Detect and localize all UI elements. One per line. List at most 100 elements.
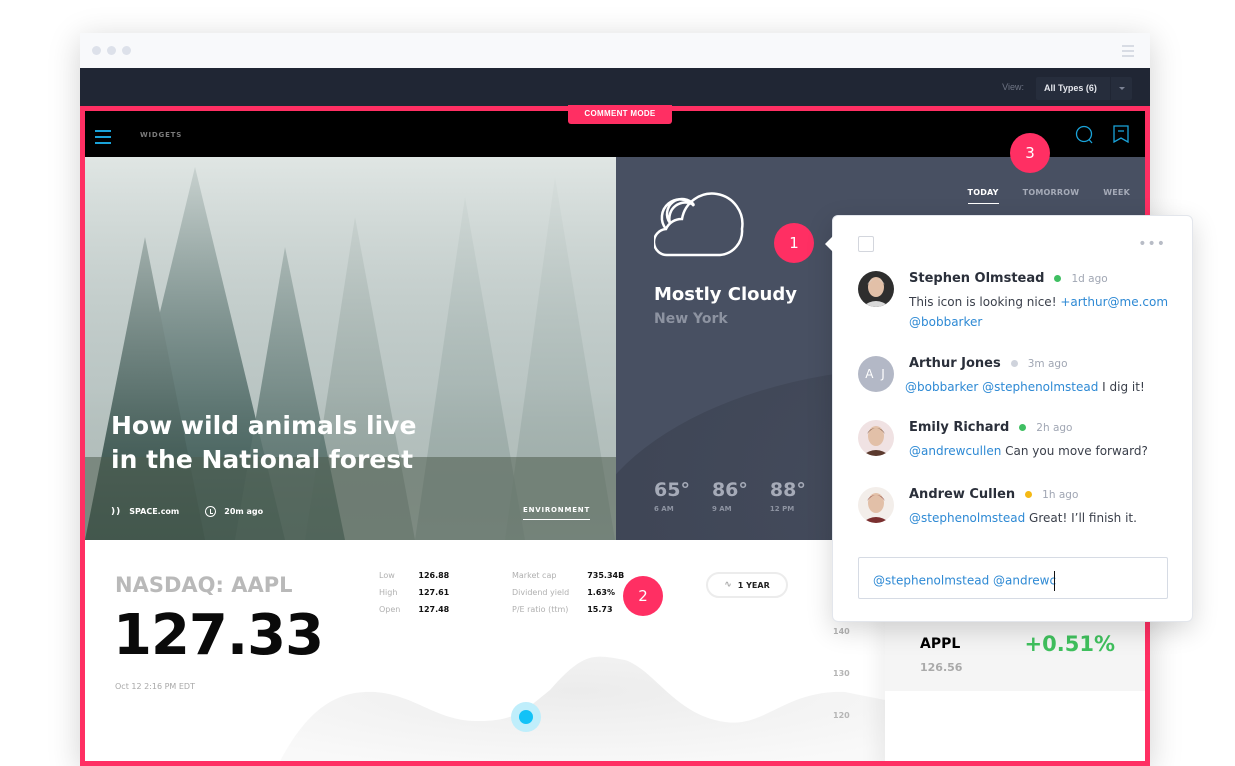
- avatar-photo: [858, 487, 894, 523]
- stat-value: 735.34B: [587, 571, 625, 580]
- hourly-temp: 86°: [711, 479, 748, 501]
- comment-author[interactable]: Arthur Jones: [909, 356, 1001, 371]
- weather-condition: Mostly Cloudy: [654, 284, 797, 305]
- comment-text: This icon is looking nice!: [909, 295, 1061, 309]
- article-title[interactable]: How wild animals live in the National fo…: [111, 409, 441, 477]
- stat-label: Dividend yield: [512, 588, 570, 597]
- avatar[interactable]: A J: [858, 356, 894, 392]
- hamburger-menu-icon[interactable]: [95, 130, 111, 148]
- comment-text: Great! I’ll finish it.: [1025, 511, 1137, 525]
- tab-week[interactable]: WEEK: [1103, 188, 1130, 204]
- comment-pin-2[interactable]: 2: [623, 576, 663, 616]
- avatar[interactable]: [858, 487, 894, 523]
- hourly-item: 88° 12 PM: [770, 479, 806, 513]
- status-dot-icon: [1010, 360, 1018, 367]
- stock-widget: NASDAQ: AAPL 127.33 Oct 12 2:16 PM EDT L…: [85, 540, 885, 761]
- stock-stats-right: Market cap 735.34B Dividend yield 1.63% …: [512, 571, 624, 614]
- status-dot-icon: [1025, 491, 1033, 498]
- hourly-item: 86° 9 AM: [712, 479, 748, 513]
- menu-icon[interactable]: [1122, 45, 1134, 60]
- mention-link[interactable]: @andrewcullen: [909, 444, 1001, 458]
- comment-text: I dig it!: [1098, 380, 1145, 394]
- hourly-temp: 65°: [654, 479, 690, 501]
- toolbar: View: All Types (6): [80, 68, 1150, 106]
- article-category-tag[interactable]: ENVIRONMENT: [523, 506, 591, 520]
- close-dot[interactable]: [92, 46, 101, 55]
- tab-tomorrow[interactable]: TOMORROW: [1023, 188, 1080, 204]
- comment-author[interactable]: Emily Richard: [909, 420, 1009, 435]
- y-tick-label: 130: [833, 669, 850, 678]
- article-source[interactable]: SPACE.com: [129, 507, 179, 516]
- comment-pin-1[interactable]: 1: [774, 223, 814, 263]
- cloud-icon: [654, 192, 744, 257]
- reply-input-value[interactable]: @stephenolmstead @andrewc: [873, 571, 1056, 591]
- comment-body: @stephenolmstead Great! I’ll finish it.: [909, 508, 1179, 528]
- more-options-icon[interactable]: •••: [1138, 236, 1166, 252]
- quote-symbol: APPL: [920, 636, 961, 652]
- comment-author[interactable]: Andrew Cullen: [909, 487, 1015, 502]
- resolve-checkbox[interactable]: [858, 236, 874, 252]
- mention-link[interactable]: @bobbarker @stephenolmstead: [905, 380, 1098, 394]
- view-label: View:: [1002, 82, 1024, 92]
- y-tick-label: 140: [833, 627, 850, 636]
- stat-label: High: [379, 588, 398, 597]
- app-bar-title: WIDGETS: [140, 131, 183, 139]
- mention-link[interactable]: +arthur@me.com: [1060, 295, 1168, 309]
- tab-today[interactable]: TODAY: [967, 188, 999, 204]
- stock-timestamp: Oct 12 2:16 PM EDT: [115, 682, 195, 691]
- hourly-time: 12 PM: [769, 505, 795, 513]
- status-dot-icon: [1019, 424, 1027, 431]
- comment-header: Stephen Olmstead 1d ago: [909, 271, 1108, 286]
- range-label: 1 YEAR: [737, 580, 770, 590]
- reply-input[interactable]: @stephenolmstead @andrewc: [858, 557, 1168, 599]
- view-select-value: All Types (6): [1044, 83, 1097, 93]
- hourly-time: 6 AM: [654, 505, 674, 513]
- comment-pin-3[interactable]: 3: [1010, 133, 1050, 173]
- mention-link[interactable]: @stephenolmstead: [909, 511, 1025, 525]
- avatar[interactable]: [858, 420, 894, 456]
- stat-label: Low: [379, 571, 395, 580]
- comment-body: @bobbarker @stephenolmstead I dig it!: [905, 377, 1175, 397]
- bookmark-icon[interactable]: [1112, 125, 1130, 143]
- quote-change: +0.51%: [1024, 632, 1115, 656]
- y-tick-label: 120: [833, 711, 850, 720]
- hourly-forecast: 65° 6 AM 86° 9 AM 88° 12 PM: [654, 479, 806, 513]
- article-time: 20m ago: [224, 507, 264, 516]
- comment-body: This icon is looking nice! +arthur@me.co…: [909, 292, 1179, 332]
- maximize-dot[interactable]: [122, 46, 131, 55]
- news-hero-card[interactable]: How wild animals live in the National fo…: [85, 157, 616, 540]
- stat-value: 127.48: [418, 605, 450, 614]
- search-icon[interactable]: [1075, 125, 1095, 145]
- comment-body: @andrewcullen Can you move forward?: [909, 441, 1179, 461]
- comment-time: 3m ago: [1027, 357, 1068, 370]
- comment-time: 2h ago: [1036, 421, 1073, 434]
- minimize-dot[interactable]: [107, 46, 116, 55]
- stat-value: 1.63%: [587, 588, 615, 597]
- range-1-year-button[interactable]: ∿ 1 YEAR: [706, 572, 788, 598]
- comments-popover: ••• Stephen Olmstead 1d ago This icon is l…: [825, 215, 1193, 622]
- avatar[interactable]: [858, 271, 894, 307]
- stat-label: Open: [379, 605, 401, 614]
- comment-mode-badge: COMMENT MODE: [568, 105, 672, 124]
- stock-ticker: NASDAQ: AAPL: [115, 573, 293, 597]
- hourly-temp: 88°: [769, 479, 806, 501]
- mention-link[interactable]: @bobbarker: [909, 315, 982, 329]
- hourly-item: 65° 6 AM: [654, 479, 690, 513]
- text-cursor: [1054, 571, 1056, 591]
- weather-tabs: TODAY TOMORROW WEEK: [967, 188, 1130, 204]
- clock-icon: [205, 506, 217, 517]
- forest-image: [85, 157, 616, 540]
- status-dot-icon: [1054, 275, 1062, 282]
- stock-stats-left: Low 126.88 High 127.61 Open 127.48: [379, 571, 449, 614]
- stat-value: 15.73: [587, 605, 613, 614]
- article-meta: )) SPACE.com 20m ago: [111, 506, 263, 517]
- avatar-photo: [858, 271, 894, 307]
- comment-author[interactable]: Stephen Olmstead: [909, 271, 1044, 286]
- comment-header: Andrew Cullen 1h ago: [909, 487, 1078, 502]
- chevron-down-icon[interactable]: [1110, 77, 1132, 100]
- hourly-time: 9 AM: [711, 505, 732, 513]
- title-bar: [80, 33, 1150, 68]
- view-select[interactable]: All Types (6): [1036, 77, 1132, 100]
- stock-price: 127.33: [113, 603, 324, 668]
- window-controls[interactable]: [92, 46, 131, 55]
